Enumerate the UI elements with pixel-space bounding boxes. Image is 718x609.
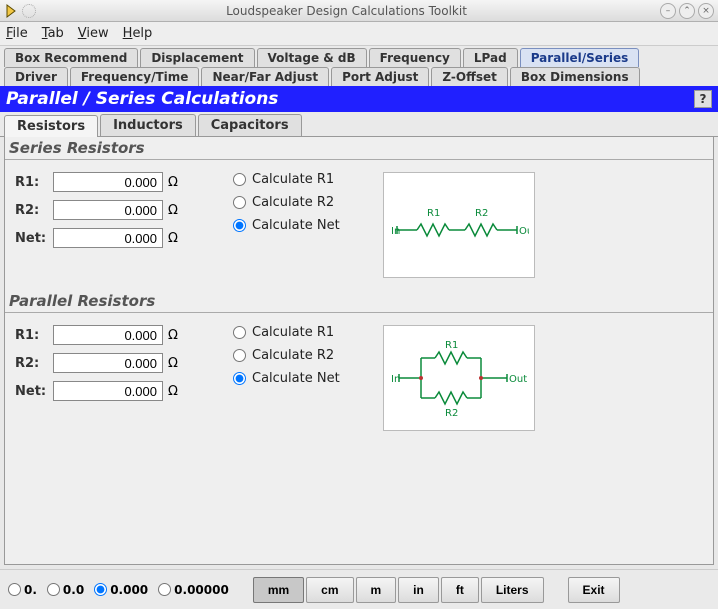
series-r1-unit: Ω [163, 175, 183, 190]
tab-box-recommend[interactable]: Box Recommend [4, 48, 138, 67]
unit-in-button[interactable]: in [398, 577, 439, 603]
svg-text:Out: Out [509, 374, 527, 385]
svg-text:R1: R1 [427, 208, 440, 219]
tab-displacement[interactable]: Displacement [140, 48, 254, 67]
help-button[interactable]: ? [694, 90, 712, 108]
parallel-r2-label: R2: [15, 356, 53, 371]
app-icon [4, 4, 18, 18]
tab-frequency-time[interactable]: Frequency/Time [70, 67, 200, 86]
parallel-r1-input[interactable] [53, 325, 163, 345]
content-panel: Series Resistors R1: Ω R2: Ω Net: Ω Calc… [4, 137, 714, 565]
unit-ft-button[interactable]: ft [441, 577, 479, 603]
window-title: Loudspeaker Design Calculations Toolkit [36, 4, 657, 18]
precision-2[interactable]: 0.000 [94, 583, 148, 597]
titlebar: Loudspeaker Design Calculations Toolkit … [0, 0, 718, 22]
tab-near-far-adjust[interactable]: Near/Far Adjust [201, 67, 329, 86]
section-header: Parallel / Series Calculations ? [0, 86, 718, 112]
section-title: Parallel / Series Calculations [6, 89, 278, 109]
series-r2-unit: Ω [163, 203, 183, 218]
series-net-label: Net: [15, 231, 53, 246]
sub-tabs: Resistors Inductors Capacitors [0, 112, 718, 137]
menubar: File Tab View Help [0, 22, 718, 46]
spin-icon [22, 4, 36, 18]
series-r1-label: R1: [15, 175, 53, 190]
series-calc-r1-radio[interactable]: Calculate R1 [233, 172, 373, 187]
tab-lpad[interactable]: LPad [463, 48, 518, 67]
tab-driver[interactable]: Driver [4, 67, 68, 86]
parallel-r2-unit: Ω [163, 356, 183, 371]
svg-text:R2: R2 [445, 408, 458, 418]
series-r2-label: R2: [15, 203, 53, 218]
tab-port-adjust[interactable]: Port Adjust [331, 67, 429, 86]
menu-tab[interactable]: Tab [42, 26, 64, 41]
parallel-calc-net-radio[interactable]: Calculate Net [233, 371, 373, 386]
series-net-input[interactable] [53, 228, 163, 248]
series-calc-net-radio[interactable]: Calculate Net [233, 218, 373, 233]
series-block: R1: Ω R2: Ω Net: Ω Calculate R1 Calculat… [5, 160, 713, 290]
unit-buttons: mm cm m in ft Liters Exit [253, 577, 620, 603]
tab-voltage-db[interactable]: Voltage & dB [257, 48, 367, 67]
maximize-button[interactable]: ⌃ [679, 3, 695, 19]
series-diagram: In Out R1 R2 [383, 172, 535, 278]
menu-help[interactable]: Help [123, 26, 153, 41]
tab-frequency[interactable]: Frequency [369, 48, 461, 67]
minimize-button[interactable]: – [660, 3, 676, 19]
svg-text:In: In [391, 374, 400, 385]
close-button[interactable]: × [698, 3, 714, 19]
unit-mm-button[interactable]: mm [253, 577, 304, 603]
tab-z-offset[interactable]: Z-Offset [431, 67, 507, 86]
parallel-r1-unit: Ω [163, 328, 183, 343]
parallel-r2-input[interactable] [53, 353, 163, 373]
svg-text:R1: R1 [445, 340, 458, 351]
tab-parallel-series[interactable]: Parallel/Series [520, 48, 640, 67]
subtab-capacitors[interactable]: Capacitors [198, 114, 302, 136]
svg-text:R2: R2 [475, 208, 488, 219]
series-r2-input[interactable] [53, 200, 163, 220]
series-title: Series Resistors [5, 137, 713, 160]
svg-text:In: In [391, 226, 400, 237]
unit-liters-button[interactable]: Liters [481, 577, 544, 603]
exit-button[interactable]: Exit [568, 577, 620, 603]
series-r1-input[interactable] [53, 172, 163, 192]
menu-file[interactable]: File [6, 26, 28, 41]
parallel-calc-r1-radio[interactable]: Calculate R1 [233, 325, 373, 340]
series-calc-r2-radio[interactable]: Calculate R2 [233, 195, 373, 210]
parallel-block: R1: Ω R2: Ω Net: Ω Calculate R1 Calculat… [5, 313, 713, 443]
unit-cm-button[interactable]: cm [306, 577, 353, 603]
subtab-inductors[interactable]: Inductors [100, 114, 196, 136]
parallel-net-label: Net: [15, 384, 53, 399]
parallel-r1-label: R1: [15, 328, 53, 343]
bottom-bar: 0. 0.0 0.000 0.00000 mm cm m in ft Liter… [0, 569, 718, 609]
precision-1[interactable]: 0.0 [47, 583, 84, 597]
main-tabs: Box Recommend Displacement Voltage & dB … [0, 46, 718, 86]
series-net-unit: Ω [163, 231, 183, 246]
precision-radios: 0. 0.0 0.000 0.00000 [8, 583, 233, 597]
parallel-diagram: In Out R1 R2 [383, 325, 535, 431]
unit-m-button[interactable]: m [356, 577, 397, 603]
parallel-net-unit: Ω [163, 384, 183, 399]
subtab-resistors[interactable]: Resistors [4, 115, 98, 137]
parallel-calc-r2-radio[interactable]: Calculate R2 [233, 348, 373, 363]
precision-0[interactable]: 0. [8, 583, 37, 597]
parallel-title: Parallel Resistors [5, 290, 713, 313]
parallel-net-input[interactable] [53, 381, 163, 401]
svg-text:Out: Out [519, 226, 529, 237]
menu-view[interactable]: View [78, 26, 109, 41]
precision-3[interactable]: 0.00000 [158, 583, 229, 597]
tab-box-dimensions[interactable]: Box Dimensions [510, 67, 640, 86]
